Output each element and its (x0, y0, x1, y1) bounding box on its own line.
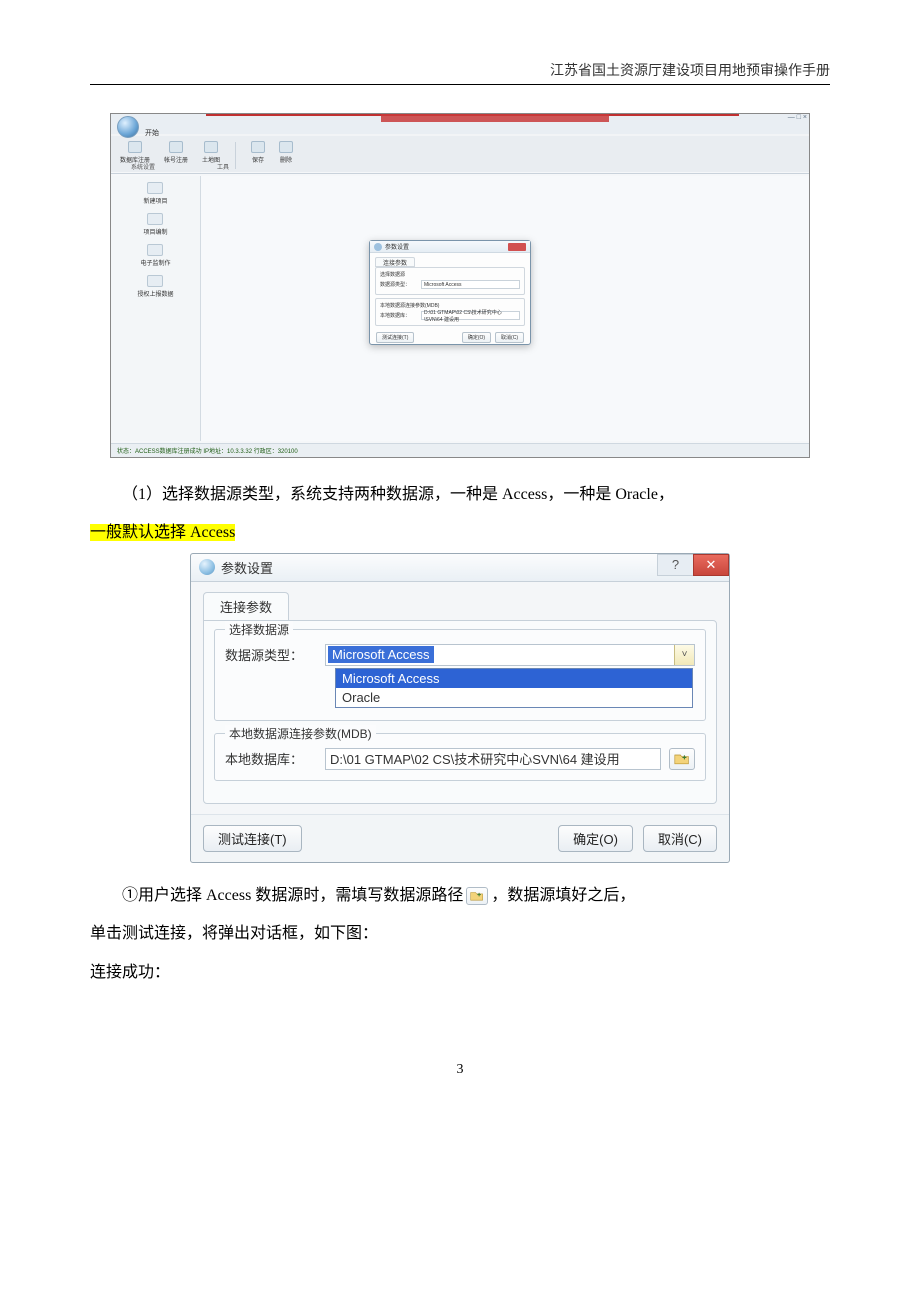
dialog-icon (199, 559, 215, 575)
dropdown-option-oracle[interactable]: Oracle (336, 688, 692, 707)
sidebar: 新建项目 项目编制 电子监制作 授权上报数据 (111, 176, 201, 441)
test-connection-button: 测试连接(T) (376, 332, 414, 343)
settings-dialog-small: 参数设置 连接参数 选择数据源 数据源类型： Microsoft Access … (369, 240, 531, 345)
sidebar-item-label: 项目编制 (143, 227, 167, 236)
chevron-down-icon[interactable]: ˅ (674, 645, 694, 665)
browse-button[interactable] (669, 748, 695, 770)
paragraph-3: 单击测试连接，将弹出对话框，如下图： (90, 915, 830, 953)
help-button[interactable]: ? (657, 554, 693, 576)
type-combo: Microsoft Access (421, 280, 520, 289)
group-legend: 选择数据源 (380, 271, 520, 278)
e-seal-icon (147, 244, 163, 256)
new-project-icon (147, 182, 163, 194)
datasource-type-combo[interactable]: Microsoft Access ˅ (325, 644, 695, 666)
paragraph-2: ①用户选择 Access 数据源时，需填写数据源路径 ，数据源填好之后， (90, 877, 830, 915)
window-controls: — □ × (788, 114, 807, 121)
db-label: 本地数据库： (380, 312, 418, 319)
dialog-icon (374, 243, 382, 251)
ribbon: 数据库注册 帐号注册 土地图 保存 删除 (111, 138, 809, 174)
tab-connection-params[interactable]: 连接参数 (203, 592, 289, 620)
db-path-input: D:\01 GTMAP\02 CS\技术研究中心\SVN\64 建设用 (421, 311, 520, 320)
app-orb-icon (117, 116, 139, 138)
title-bar-red (381, 114, 609, 122)
sidebar-item-label: 新建项目 (143, 196, 167, 205)
ribbon-item: 保存 (252, 155, 264, 164)
db-path-input[interactable]: D:\01 GTMAP\02 CS\技术研究中心SVN\64 建设用 (325, 748, 661, 770)
dialog-titlebar: 参数设置 ? ✕ (191, 554, 729, 582)
dialog-tab: 连接参数 (375, 257, 415, 267)
dialog-title: 参数设置 (385, 242, 409, 251)
browse-icon-inline (466, 887, 488, 905)
delete-icon (279, 141, 293, 153)
page-number: 3 (90, 1062, 830, 1078)
type-label: 数据源类型： (225, 645, 317, 664)
app-screenshot-1: — □ × 开始 数据库注册 帐号注册 土地图 保存 删除 系统设置 工具 新建… (110, 113, 810, 458)
combo-selected-text: Microsoft Access (328, 646, 434, 663)
paragraph-1b: 一般默认选择 Access (90, 514, 830, 552)
db-label: 本地数据库： (225, 749, 317, 768)
account-register-icon (169, 141, 183, 153)
cancel-button: 取消(C) (495, 332, 524, 343)
settings-dialog: 参数设置 ? ✕ 连接参数 选择数据源 数据源类型： Microsoft Acc… (190, 553, 730, 863)
page-header: 江苏省国土资源厅建设项目用地预审操作手册 (90, 60, 830, 85)
ribbon-group-label: 工具 (217, 162, 229, 171)
land-map-icon (204, 141, 218, 153)
ok-button[interactable]: 确定(O) (558, 825, 633, 852)
highlighted-text: 一般默认选择 Access (90, 524, 235, 541)
test-connection-button[interactable]: 测试连接(T) (203, 825, 302, 852)
type-label: 数据源类型： (380, 281, 418, 288)
dialog-title: 参数设置 (221, 558, 273, 577)
status-bar: 状态：ACCESS数据库注册成功 IP地址：10.3.3.32 行政区：3201… (111, 443, 809, 457)
paragraph-4: 连接成功： (90, 954, 830, 992)
close-icon (508, 243, 526, 251)
ok-button: 确定(O) (462, 332, 491, 343)
datasource-dropdown[interactable]: Microsoft Access Oracle (335, 668, 693, 708)
ribbon-tab-start: 开始 (145, 128, 159, 138)
close-button[interactable]: ✕ (693, 554, 729, 576)
db-register-icon (128, 141, 142, 153)
submit-data-icon (147, 275, 163, 287)
ribbon-separator (235, 142, 236, 169)
paragraph-1: （1）选择数据源类型，系统支持两种数据源，一种是 Access，一种是 Orac… (90, 476, 830, 514)
group-legend-datasource: 选择数据源 (225, 621, 293, 638)
ribbon-group-label: 系统设置 (131, 162, 155, 171)
sidebar-item-label: 电子监制作 (140, 258, 170, 267)
sidebar-item-label: 授权上报数据 (137, 289, 173, 298)
cancel-button[interactable]: 取消(C) (643, 825, 717, 852)
group-legend-local: 本地数据源连接参数(MDB) (225, 725, 376, 742)
project-edit-icon (147, 213, 163, 225)
save-icon (251, 141, 265, 153)
folder-open-icon (674, 752, 690, 766)
dropdown-option-access[interactable]: Microsoft Access (336, 669, 692, 688)
ribbon-item: 删除 (280, 155, 292, 164)
ribbon-item: 帐号注册 (164, 155, 188, 164)
